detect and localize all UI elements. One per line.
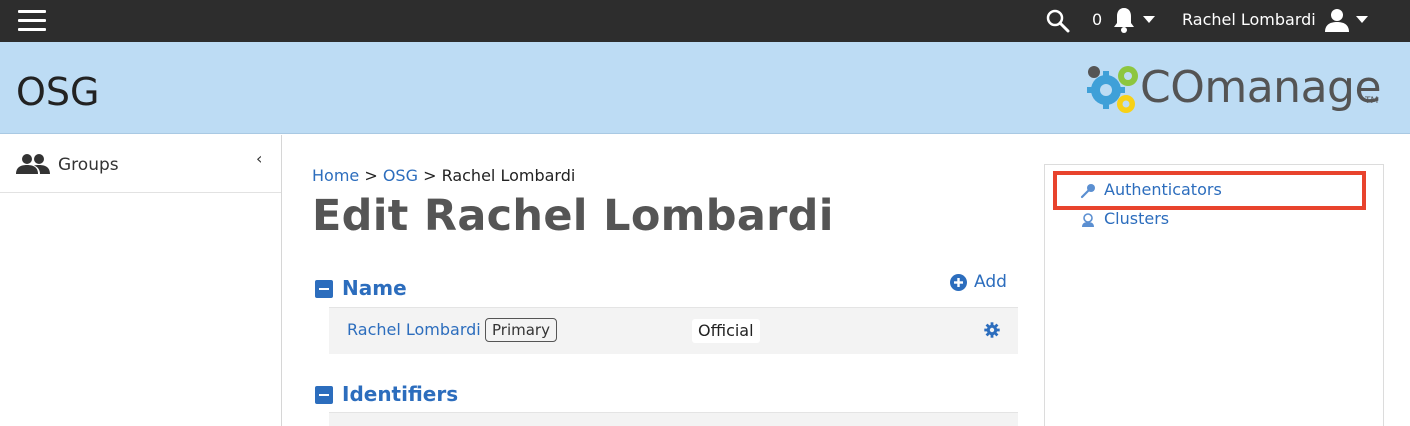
bell-icon[interactable] <box>1111 6 1137 34</box>
cluster-icon <box>1082 213 1094 227</box>
breadcrumb-separator: > <box>359 166 383 185</box>
groups-icon <box>16 154 50 174</box>
add-name-button[interactable]: Add <box>974 272 1007 292</box>
identifiers-section-collapse-icon[interactable] <box>315 386 333 404</box>
breadcrumb: Home > OSG > Rachel Lombardi <box>312 166 575 185</box>
sidebar-item-groups[interactable]: Groups ‹ <box>0 135 281 193</box>
sidebar-collapse-icon[interactable]: ‹ <box>256 149 262 168</box>
primary-badge: Primary <box>485 318 557 342</box>
breadcrumb-co-link[interactable]: OSG <box>383 166 418 185</box>
sidebar-item-label: Groups <box>58 155 119 175</box>
page-title: Edit Rachel Lombardi <box>312 191 834 241</box>
gear-icon[interactable] <box>984 322 1000 338</box>
identifiers-section-title[interactable]: Identifiers <box>342 382 458 406</box>
breadcrumb-separator: > <box>417 166 442 185</box>
notifications-caret-icon[interactable] <box>1143 16 1155 23</box>
logo-wordmark: COmanage <box>1140 62 1382 113</box>
top-bar: 0 Rachel Lombardi <box>0 0 1410 42</box>
table-row <box>329 412 1018 426</box>
name-section-collapse-icon[interactable] <box>315 280 333 298</box>
name-section-title[interactable]: Name <box>342 276 407 300</box>
co-name[interactable]: OSG <box>16 70 99 114</box>
name-link[interactable]: Rachel Lombardi <box>347 320 481 339</box>
logo-trademark: TM <box>1365 96 1379 106</box>
breadcrumb-current: Rachel Lombardi <box>441 166 576 185</box>
hamburger-menu-icon[interactable] <box>18 10 46 32</box>
breadcrumb-home-link[interactable]: Home <box>312 166 359 185</box>
highlight-box <box>1053 171 1366 210</box>
user-menu-caret-icon[interactable] <box>1356 16 1368 23</box>
add-icon[interactable] <box>950 274 967 291</box>
clusters-link[interactable]: Clusters <box>1104 209 1169 228</box>
user-icon[interactable] <box>1323 6 1351 34</box>
name-type-label: Official <box>692 319 760 343</box>
search-icon[interactable] <box>1045 8 1071 34</box>
user-menu-name[interactable]: Rachel Lombardi <box>1182 10 1316 29</box>
notification-count[interactable]: 0 <box>1092 10 1102 29</box>
sidebar: Groups ‹ <box>0 135 282 426</box>
